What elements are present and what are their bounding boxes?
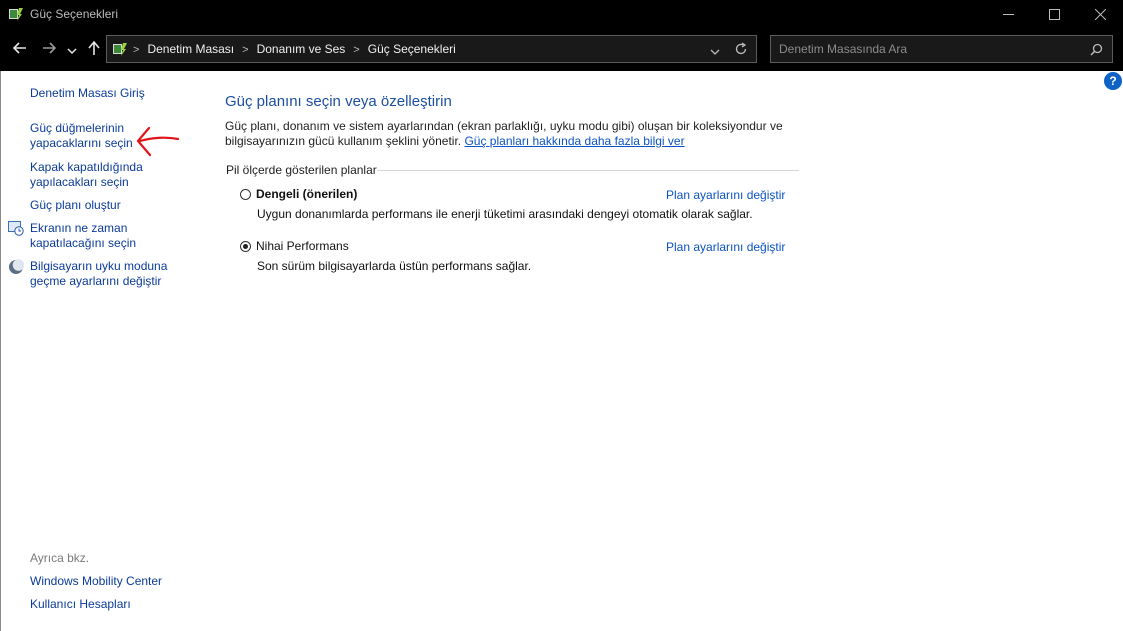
plan-name-balanced[interactable]: Dengeli (önerilen)	[256, 187, 357, 201]
display-timer-icon	[8, 220, 24, 241]
address-bar[interactable]: > Denetim Masası > Donanım ve Ses > Güç Seçen…	[106, 35, 757, 63]
navigation-bar: > Denetim Masası > Donanım ve Ses > Güç Seçen…	[0, 28, 1123, 71]
window-border	[0, 71, 1, 631]
breadcrumb: > Denetim Masası > Donanım ve Ses > Güç Seçen…	[133, 42, 456, 56]
power-options-icon	[8, 6, 24, 27]
window-title: Güç Seçenekleri	[30, 7, 119, 21]
search-box[interactable]: Denetim Masasında Ara	[770, 35, 1113, 63]
control-panel-icon	[112, 41, 128, 62]
sidebar-item-mobility-center[interactable]: Windows Mobility Center	[30, 574, 200, 589]
section-divider	[377, 170, 799, 171]
sidebar-item-user-accounts[interactable]: Kullanıcı Hesapları	[30, 597, 200, 612]
title-bar: Güç Seçenekleri	[0, 0, 1123, 28]
sidebar-item-create-plan[interactable]: Güç planı oluştur	[30, 198, 200, 213]
plan-radio-ultimate[interactable]	[240, 241, 251, 252]
section-label: Pil ölçerde gösterilen planlar	[226, 163, 377, 177]
refresh-icon[interactable]	[734, 42, 748, 61]
search-input[interactable]: Denetim Masasında Ara	[779, 42, 907, 56]
learn-more-link[interactable]: Güç planları hakkında daha fazla bilgi v…	[464, 134, 684, 148]
up-arrow-icon[interactable]	[86, 40, 102, 61]
plan-radio-balanced[interactable]	[240, 189, 251, 200]
sidebar-item-sleep-settings[interactable]: Bilgisayarın uyku moduna geçme ayarların…	[30, 259, 180, 289]
breadcrumb-item-power-options[interactable]: Güç Seçenekleri	[368, 42, 456, 56]
plan-settings-link-ultimate[interactable]: Plan ayarlarını değiştir	[666, 240, 785, 254]
search-icon[interactable]	[1090, 43, 1103, 61]
breadcrumb-item-hardware-sound[interactable]: Donanım ve Ses	[257, 42, 346, 56]
minimize-button[interactable]	[985, 0, 1031, 28]
breadcrumb-item-control-panel[interactable]: Denetim Masası	[147, 42, 234, 56]
sidebar-item-power-buttons[interactable]: Güç düğmelerinin yapacaklarını seçin	[30, 121, 140, 151]
annotation-arrow-icon	[134, 124, 180, 163]
plan-name-ultimate[interactable]: Nihai Performans	[256, 239, 349, 253]
page-title: Güç planını seçin veya özelleştirin	[225, 93, 452, 110]
plan-settings-link-balanced[interactable]: Plan ayarlarını değiştir	[666, 188, 785, 202]
recent-locations-chevron-icon[interactable]	[67, 43, 77, 61]
sidebar-item-display-off[interactable]: Ekranın ne zaman kapatılacağını seçin	[30, 221, 150, 251]
plan-description-ultimate: Son sürüm bilgisayarlarda üstün performa…	[257, 259, 532, 273]
close-button[interactable]	[1077, 0, 1123, 28]
help-button[interactable]: ?	[1104, 72, 1122, 90]
maximize-button[interactable]	[1031, 0, 1077, 28]
plan-description-balanced: Uygun donanımlarda performans ile enerji…	[257, 207, 753, 221]
sidebar-item-control-panel-home[interactable]: Denetim Masası Giriş	[30, 86, 200, 101]
see-also-label: Ayrıca bkz.	[30, 551, 90, 565]
sleep-moon-icon	[8, 259, 25, 280]
back-arrow-icon[interactable]	[12, 40, 28, 61]
page-description: Güç planı, donanım ve sistem ayarlarında…	[225, 119, 795, 149]
address-dropdown-chevron-icon[interactable]	[710, 44, 720, 62]
forward-arrow-icon[interactable]	[41, 40, 57, 61]
sidebar-item-lid-close[interactable]: Kapak kapatıldığında yapılacakları seçin	[30, 160, 150, 190]
